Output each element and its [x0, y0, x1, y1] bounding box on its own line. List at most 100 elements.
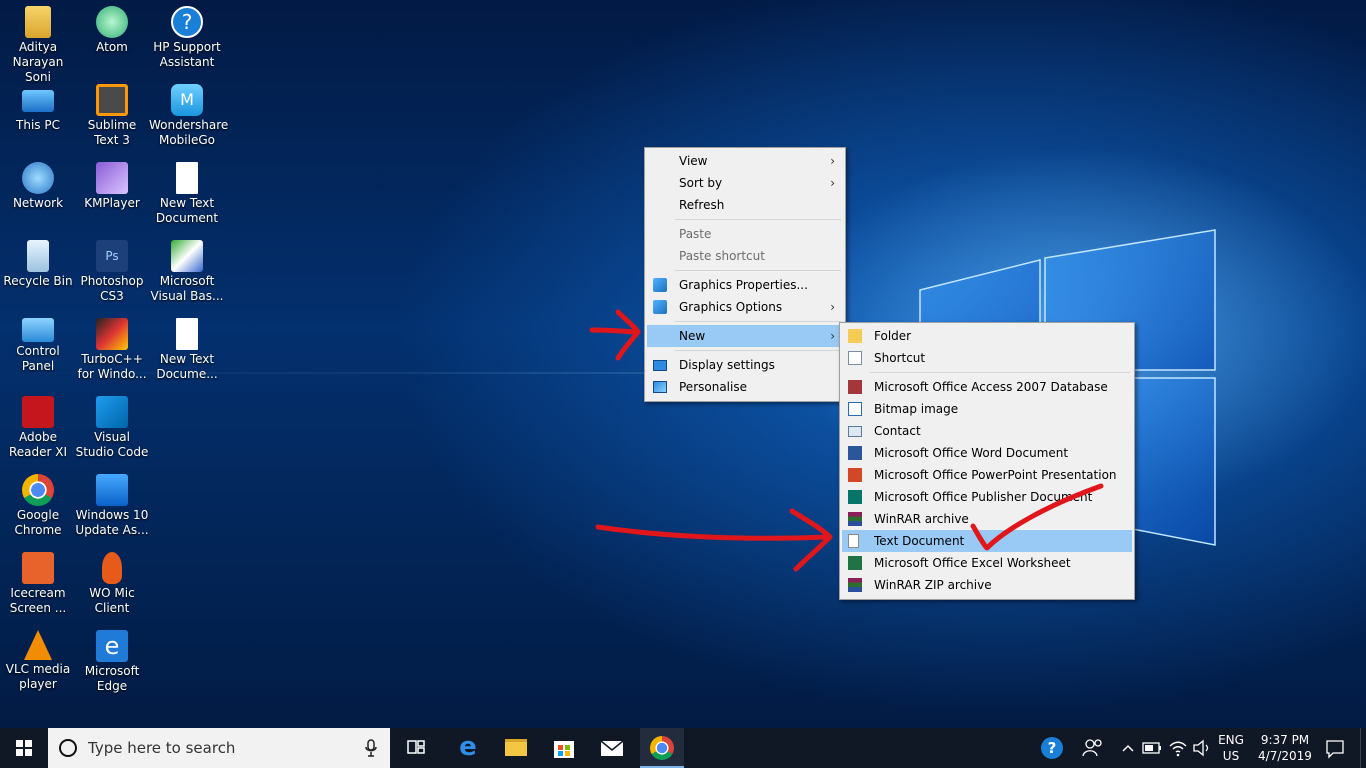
vlc-icon: [24, 630, 52, 660]
tray-volume[interactable]: [1190, 728, 1214, 768]
search-box[interactable]: Type here to search: [48, 728, 390, 768]
tray-battery[interactable]: [1140, 728, 1164, 768]
task-view-button[interactable]: [396, 728, 436, 768]
menu-item-graphics-options[interactable]: Graphics Options ›: [647, 296, 843, 318]
tray-people[interactable]: [1078, 728, 1108, 768]
desktop-icon-new-text-document[interactable]: New Text Document: [149, 162, 225, 226]
tray-clock[interactable]: 9:37 PM 4/7/2019: [1252, 732, 1318, 764]
start-button[interactable]: [0, 728, 48, 768]
battery-icon: [1142, 742, 1161, 754]
desktop-icon-edge[interactable]: e Microsoft Edge: [74, 630, 150, 694]
desktop-icon-icecream[interactable]: Icecream Screen ...: [0, 552, 76, 616]
adobe-reader-icon: [22, 396, 54, 428]
desktop-icon-label: Microsoft Edge: [84, 664, 140, 693]
desktop-icon-kmplayer[interactable]: KMPlayer: [74, 162, 150, 211]
desktop-icon-label: Windows 10 Update As...: [75, 508, 149, 537]
desktop-icon-label: This PC: [16, 118, 60, 132]
graphics-icon: [653, 278, 667, 292]
menu-separator: [675, 270, 841, 271]
desktop-icon-photoshop[interactable]: Ps Photoshop CS3: [74, 240, 150, 304]
tray-help[interactable]: ?: [1038, 728, 1066, 768]
red-annotation-arrow-text-document: [595, 508, 833, 572]
desktop-icon-atom[interactable]: Atom: [74, 6, 150, 55]
desktop-icon-label: Control Panel: [16, 344, 60, 373]
desktop-icon-this-pc[interactable]: This PC: [0, 84, 76, 133]
desktop-icon-new-text-document-2[interactable]: New Text Docume...: [149, 318, 225, 382]
submenu-item-bitmap[interactable]: Bitmap image: [842, 398, 1132, 420]
desktop-icon-sublime[interactable]: Sublime Text 3: [74, 84, 150, 148]
turboc-icon: [96, 318, 128, 350]
submenu-item-word-document[interactable]: Microsoft Office Word Document: [842, 442, 1132, 464]
desktop-icon-vlc[interactable]: VLC media player: [0, 630, 76, 692]
desktop-icon-wo-mic[interactable]: WO Mic Client: [74, 552, 150, 616]
desktop-icon-user-folder[interactable]: Aditya Narayan Soni: [0, 6, 76, 85]
desktop-icon-control-panel[interactable]: Control Panel: [0, 318, 76, 374]
new-submenu: Folder Shortcut Microsoft Office Access …: [839, 322, 1135, 600]
windows-start-icon: [16, 740, 32, 756]
desktop-icon-label: Sublime Text 3: [87, 118, 137, 147]
desktop-icon-label: Visual Studio Code: [75, 430, 149, 459]
menu-item-new[interactable]: New ›: [647, 325, 843, 347]
tray-show-hidden[interactable]: [1118, 728, 1138, 768]
help-icon: ?: [171, 6, 203, 38]
desktop-icon-chrome[interactable]: Google Chrome: [0, 474, 76, 538]
menu-separator: [870, 372, 1130, 373]
desktop-icon-label: Icecream Screen ...: [9, 586, 67, 615]
desktop-icon-label: Wondershare MobileGo: [149, 118, 229, 147]
submenu-item-shortcut[interactable]: Shortcut: [842, 347, 1132, 369]
tray-action-center[interactable]: [1320, 728, 1350, 768]
desktop-icon-hp-support[interactable]: ? HP Support Assistant: [149, 6, 225, 70]
desktop-icon-mobilego[interactable]: M Wondershare MobileGo: [149, 84, 229, 148]
submenu-item-access-database[interactable]: Microsoft Office Access 2007 Database: [842, 376, 1132, 398]
taskbar-store[interactable]: [544, 728, 584, 768]
submenu-item-winrar-zip[interactable]: WinRAR ZIP archive: [842, 574, 1132, 596]
show-desktop-button[interactable]: [1360, 728, 1366, 768]
winrar-icon: [848, 512, 862, 526]
icecream-icon: [22, 552, 54, 584]
desktop-icon-label: WO Mic Client: [89, 586, 135, 615]
chevron-right-icon: ›: [830, 176, 835, 190]
desktop-icon-label: Adobe Reader XI: [8, 430, 68, 459]
tray-language[interactable]: ENG US: [1214, 732, 1248, 764]
desktop[interactable]: Aditya Narayan Soni This PC Network Recy…: [0, 0, 1366, 728]
submenu-item-folder[interactable]: Folder: [842, 325, 1132, 347]
kmplayer-icon: [96, 162, 128, 194]
desktop-icon-windows-update[interactable]: Windows 10 Update As...: [74, 474, 150, 538]
submenu-item-contact[interactable]: Contact: [842, 420, 1132, 442]
menu-item-view[interactable]: View ›: [647, 150, 843, 172]
folder-icon: [848, 329, 862, 343]
desktop-icon-adobe-reader[interactable]: Adobe Reader XI: [0, 396, 76, 460]
text-document-icon: [176, 162, 198, 194]
taskbar-chrome[interactable]: [640, 728, 684, 768]
desktop-icon-label: KMPlayer: [84, 196, 140, 210]
desktop-icon-network[interactable]: Network: [0, 162, 76, 211]
shortcut-icon: [848, 351, 862, 365]
edge-icon: e: [459, 732, 477, 762]
red-annotation-arrow-new: [589, 309, 641, 361]
desktop-icon-label: New Text Docume...: [156, 352, 218, 381]
menu-item-graphics-properties[interactable]: Graphics Properties...: [647, 274, 843, 296]
desktop-icon-turboc[interactable]: TurboC++ for Windo...: [74, 318, 150, 382]
desktop-icon-recycle-bin[interactable]: Recycle Bin: [0, 240, 76, 289]
mail-icon: [600, 740, 624, 756]
chrome-icon: [650, 736, 674, 760]
taskbar-edge[interactable]: e: [448, 728, 488, 768]
mobilego-icon: M: [171, 84, 203, 116]
menu-item-personalise[interactable]: Personalise: [647, 376, 843, 398]
tray-wifi[interactable]: [1166, 728, 1190, 768]
photoshop-icon: Ps: [96, 240, 128, 272]
desktop-icon-label: HP Support Assistant: [153, 40, 221, 69]
desktop-context-menu: View › Sort by › Refresh Paste Paste sho…: [644, 147, 846, 402]
menu-item-refresh[interactable]: Refresh: [647, 194, 843, 216]
desktop-icon-vscode[interactable]: Visual Studio Code: [74, 396, 150, 460]
menu-item-sort-by[interactable]: Sort by ›: [647, 172, 843, 194]
microphone-icon[interactable]: [364, 739, 378, 757]
menu-item-display-settings[interactable]: Display settings: [647, 354, 843, 376]
chevron-up-icon: [1122, 744, 1134, 752]
desktop-icon-label: New Text Document: [155, 196, 219, 225]
desktop-icon-visual-basic[interactable]: Microsoft Visual Bas...: [149, 240, 225, 304]
access-icon: [848, 380, 862, 394]
taskbar-file-explorer[interactable]: [496, 728, 536, 768]
personalise-icon: [653, 381, 667, 393]
taskbar-mail[interactable]: [592, 728, 632, 768]
